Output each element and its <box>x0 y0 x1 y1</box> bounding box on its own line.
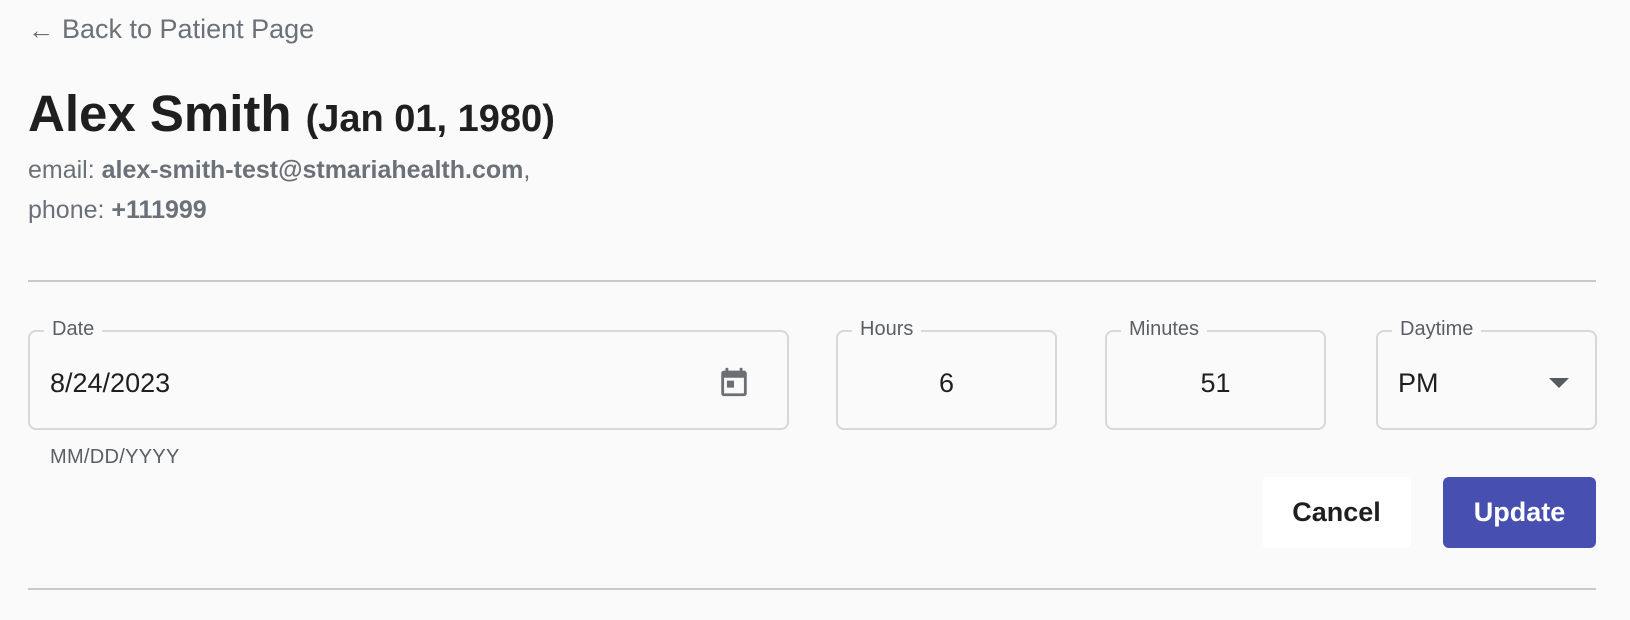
patient-email-line: email: alex-smith-test@stmariahealth.com… <box>28 156 530 185</box>
patient-header: Alex Smith (Jan 01, 1980) <box>28 84 555 143</box>
patient-name: Alex Smith <box>28 85 292 142</box>
patient-dob: (Jan 01, 1980) <box>305 98 555 140</box>
date-field[interactable]: Date 8/24/2023 <box>28 318 789 430</box>
arrow-left-icon: ← <box>28 14 54 45</box>
date-field-value[interactable]: 8/24/2023 <box>50 368 170 399</box>
minutes-field[interactable]: Minutes 51 <box>1105 318 1326 430</box>
email-suffix: , <box>523 156 531 184</box>
update-button[interactable]: Update <box>1443 477 1596 548</box>
minutes-field-value[interactable]: 51 <box>1107 368 1324 399</box>
patient-email: alex-smith-test@stmariahealth.com <box>101 156 524 184</box>
back-link-label: Back to Patient Page <box>62 14 315 44</box>
minutes-field-label: Minutes <box>1121 318 1208 341</box>
hours-field[interactable]: Hours 6 <box>836 318 1057 430</box>
divider-top <box>28 280 1596 282</box>
edit-appointment-page: ← Back to Patient Page Alex Smith (Jan 0… <box>0 0 1630 620</box>
date-format-helper: MM/DD/YYYY <box>50 446 180 468</box>
hours-field-label: Hours <box>852 318 922 341</box>
cancel-button[interactable]: Cancel <box>1262 477 1411 548</box>
email-label: email: <box>28 156 102 184</box>
phone-label: phone: <box>28 196 112 224</box>
calendar-icon[interactable] <box>717 364 751 400</box>
back-to-patient-link[interactable]: ← Back to Patient Page <box>28 14 314 45</box>
date-field-label: Date <box>44 318 103 341</box>
daytime-field-label: Daytime <box>1392 318 1482 341</box>
daytime-select[interactable]: Daytime PM <box>1376 318 1597 430</box>
daytime-field-value[interactable]: PM <box>1398 368 1439 399</box>
chevron-down-icon[interactable] <box>1549 378 1569 388</box>
hours-field-value[interactable]: 6 <box>838 368 1055 399</box>
patient-phone: +111999 <box>111 196 207 224</box>
divider-bottom <box>28 588 1596 590</box>
patient-phone-line: phone: +111999 <box>28 196 207 225</box>
